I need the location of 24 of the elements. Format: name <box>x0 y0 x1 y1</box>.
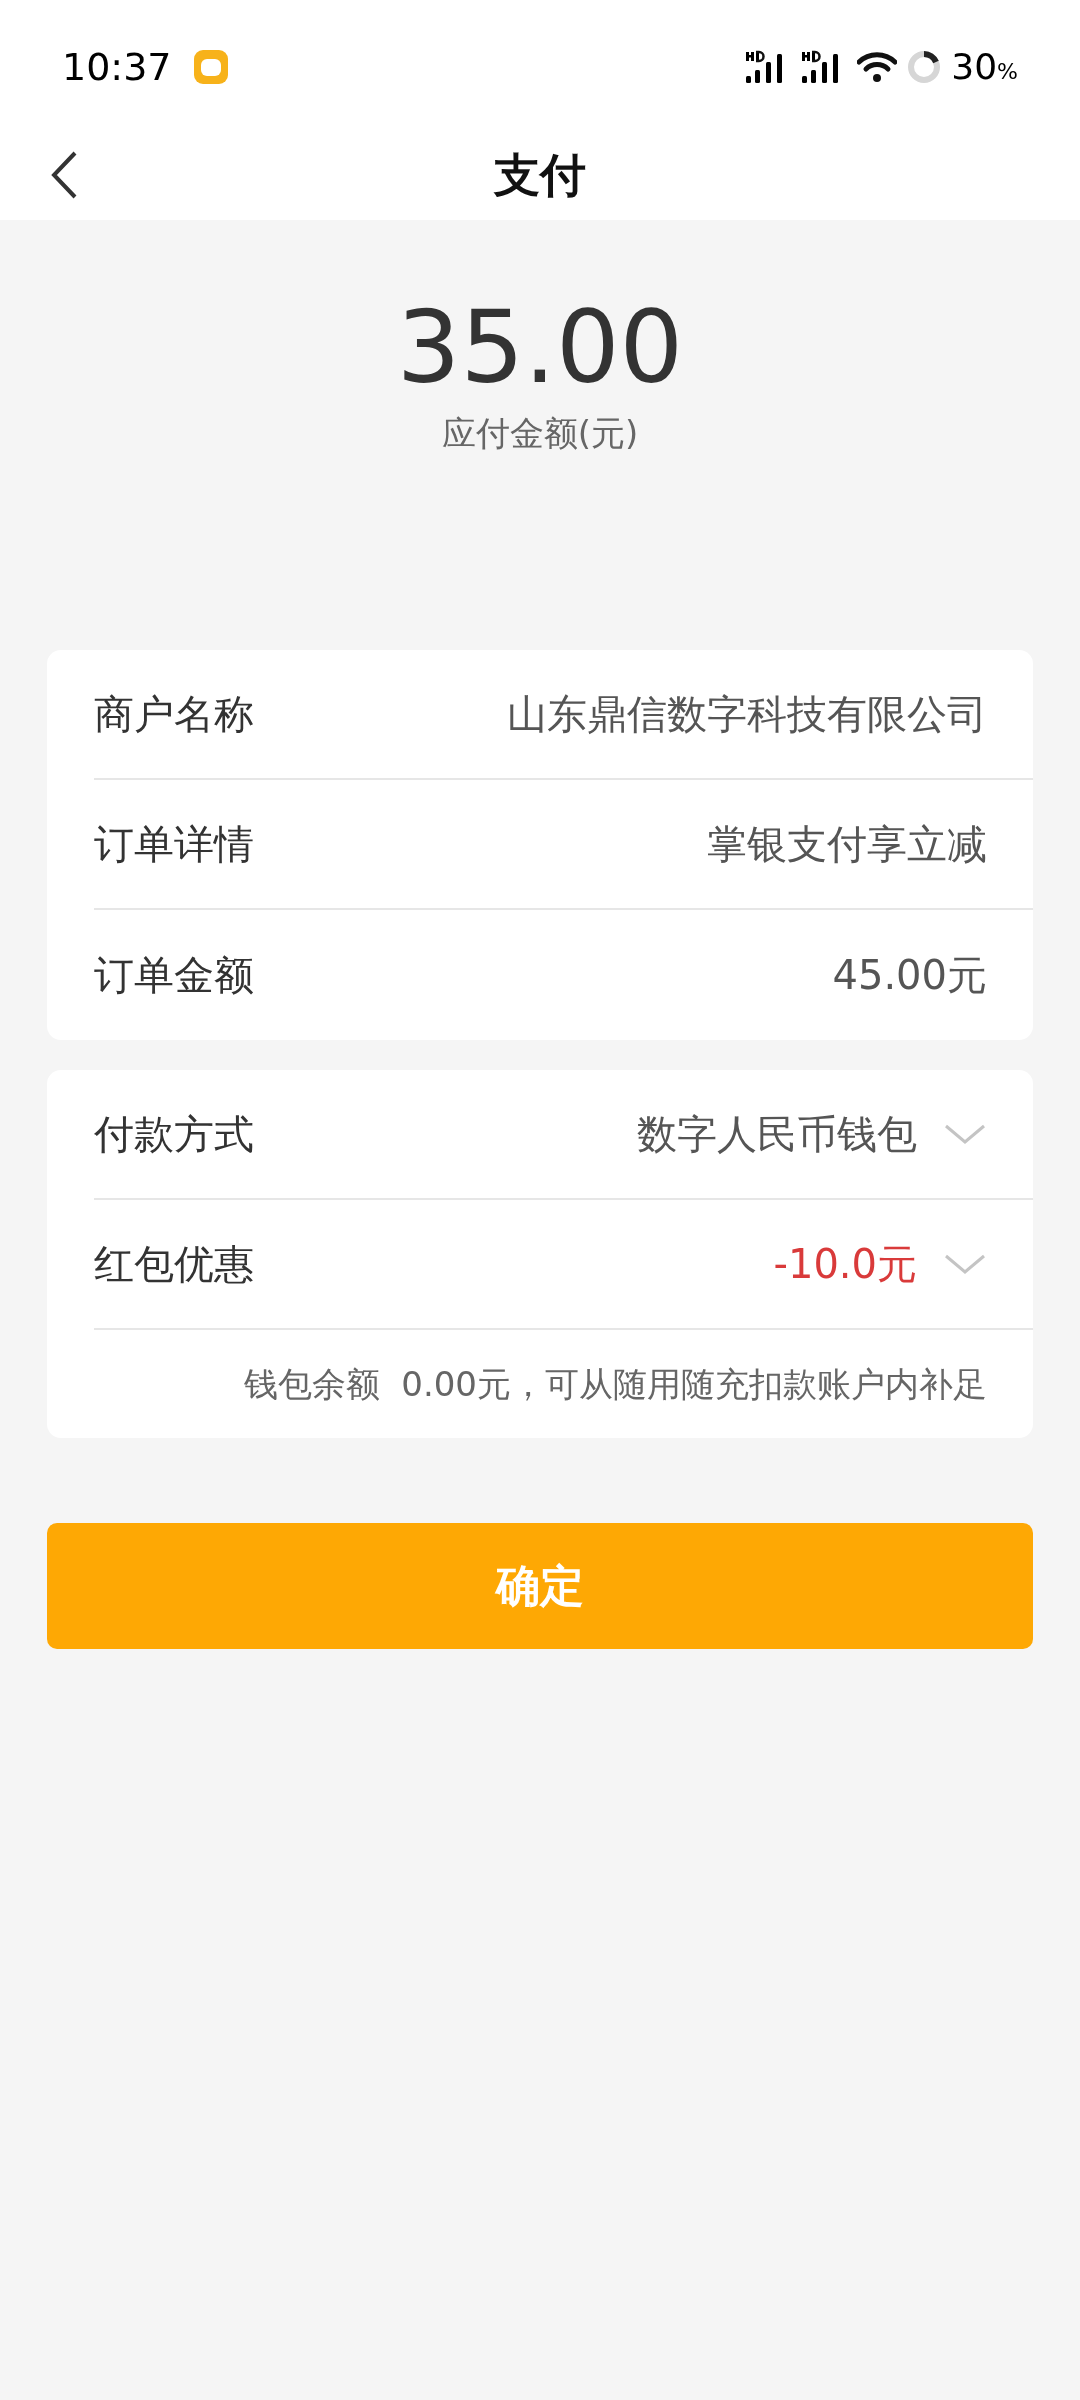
row-label: 订单金额 <box>94 951 254 1000</box>
row-label: 付款方式 <box>94 1110 254 1159</box>
row-label: 商户名称 <box>94 690 254 739</box>
back-icon <box>50 150 78 200</box>
discount-value: -10.0元 <box>773 1240 917 1289</box>
amount-value: 35.00 <box>396 298 684 398</box>
row-value: 山东鼎信数字科技有限公司 <box>507 690 987 739</box>
row-value: 掌银支付享立减 <box>707 820 987 869</box>
dropdown-row[interactable]: 付款方式 数字人民币钱包 <box>94 1070 1033 1200</box>
row-label: 订单详情 <box>94 820 254 869</box>
battery-level: 30% <box>951 45 1018 89</box>
amount-label: 应付金额(元) <box>441 412 639 455</box>
balance-note: 钱包余额 0.00元，可从随用随充扣款账户内补足 <box>243 1362 987 1406</box>
chevron-down-icon <box>943 1122 987 1146</box>
dropdown-row[interactable]: 红包优惠 -10.0元 <box>94 1200 1033 1330</box>
row-value: 45.00元 <box>832 951 987 1000</box>
status-time: 10:37 <box>62 43 172 91</box>
row-label: 红包优惠 <box>94 1240 254 1289</box>
page-title: 支付 <box>494 146 586 204</box>
message-app-icon <box>193 50 228 84</box>
row-value: 数字人民币钱包 <box>637 1110 917 1159</box>
battery-ring-icon <box>907 50 942 84</box>
chevron-down-icon <box>943 1252 987 1276</box>
wifi-icon <box>857 51 898 83</box>
